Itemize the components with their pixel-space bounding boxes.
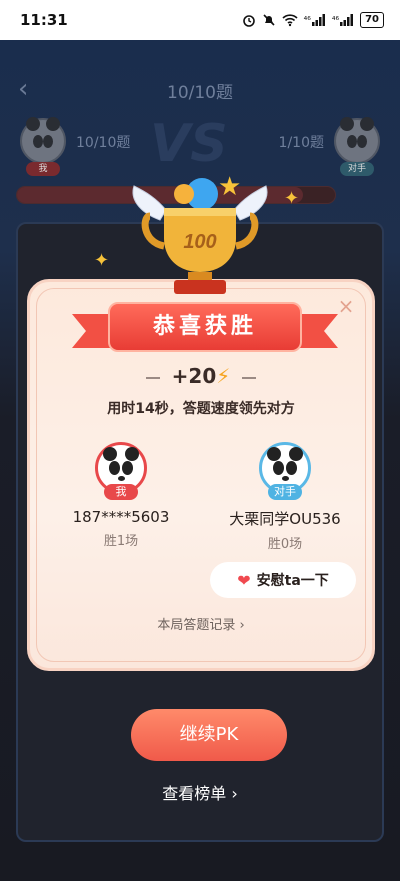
mute-icon xyxy=(263,14,275,26)
my-tag-small: 我 xyxy=(26,162,60,176)
signal-icon-2: ⁴⁶ xyxy=(332,14,354,26)
victory-modal: × 恭喜获胜 +20⚡ 用时14秒，答题速度领先对方 我 187****5603… xyxy=(27,279,375,671)
star-icon: ★ xyxy=(218,172,242,202)
status-time: 11:31 xyxy=(20,11,68,29)
trophy-badge-text: 100 xyxy=(183,231,216,253)
player-card-me: 我 187****5603 胜1场 xyxy=(46,442,196,549)
my-avatar-small xyxy=(20,117,66,164)
sparkle-icon: ✦ xyxy=(94,250,110,271)
hearts-icon: ❤ xyxy=(237,570,251,590)
player-card-opponent: 对手 大栗同学OU536 胜0场 xyxy=(210,442,360,552)
opponent-wins: 胜0场 xyxy=(267,537,303,552)
title-ribbon: 恭喜获胜 xyxy=(72,296,338,360)
points-earned: +20 xyxy=(171,364,217,388)
round-title: 10/10题 xyxy=(167,83,233,103)
signal-icon: ⁴⁶ xyxy=(304,14,326,26)
result-subtitle: 用时14秒，答题速度领先对方 xyxy=(107,401,295,417)
my-tag: 我 xyxy=(104,484,138,500)
signal-label-b: ⁴⁶ xyxy=(331,16,340,26)
answer-record-link[interactable]: 本局答题记录 › xyxy=(30,614,372,633)
view-ranking-link[interactable]: 查看榜单 › xyxy=(0,780,400,804)
top-nav: ‹ 10/10题 xyxy=(0,76,400,104)
modal-title: 恭喜获胜 xyxy=(108,302,302,352)
opponent-tag: 对手 xyxy=(268,484,302,500)
opponent-name: 大栗同学OU536 xyxy=(229,510,341,528)
opponent-score: 1/10题 xyxy=(278,135,324,151)
trophy-icon: 100 xyxy=(132,178,268,294)
my-wins: 胜1场 xyxy=(103,534,139,549)
wifi-icon xyxy=(282,14,298,27)
status-icons: ⁴⁶ ⁴⁶ 70 xyxy=(242,12,384,28)
my-score: 10/10题 xyxy=(76,135,131,151)
continue-pk-button[interactable]: 继续PK xyxy=(131,709,287,761)
battery-indicator: 70 xyxy=(360,12,384,28)
close-icon[interactable]: × xyxy=(336,296,356,316)
my-name: 187****5603 xyxy=(72,508,170,526)
signal-label-a: ⁴⁶ xyxy=(303,16,311,26)
lightning-icon: ⚡ xyxy=(216,364,231,388)
status-bar: 11:31 ⁴⁶ ⁴⁶ 70 xyxy=(0,0,400,40)
vs-text: VS xyxy=(150,114,228,174)
sparkle-icon: ✦ xyxy=(284,188,300,209)
points-row: +20⚡ xyxy=(30,364,372,388)
opponent-tag-small: 对手 xyxy=(340,162,374,176)
opponent-avatar-small xyxy=(334,117,380,164)
comfort-label: 安慰ta一下 xyxy=(256,573,329,589)
alarm-icon xyxy=(242,15,255,27)
comfort-opponent-button[interactable]: ❤ 安慰ta一下 xyxy=(210,562,356,598)
